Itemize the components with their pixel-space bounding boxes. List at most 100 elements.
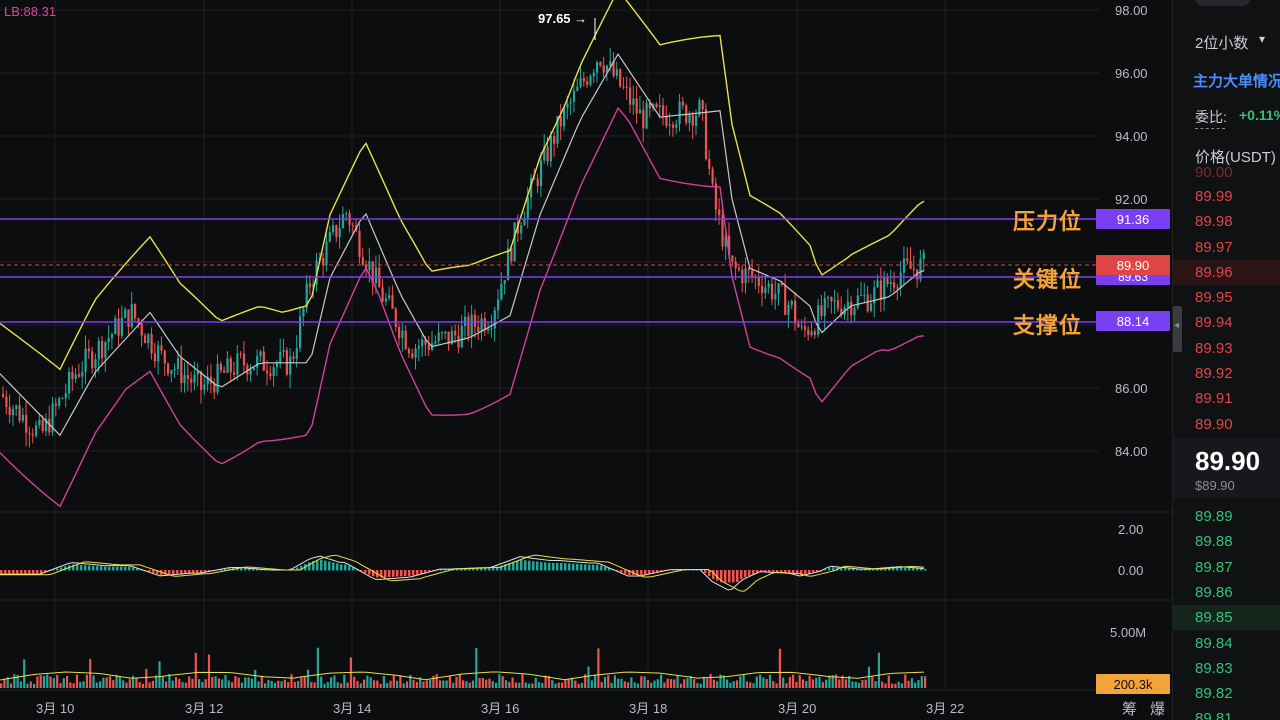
chip-button[interactable]: 筹 xyxy=(1122,698,1137,719)
candle-body xyxy=(308,283,312,288)
ask-price: 89.90 xyxy=(1195,416,1233,433)
candle-body xyxy=(784,284,787,315)
macd-histogram-bar xyxy=(172,570,175,575)
ask-row[interactable]: 89.97 xyxy=(1173,235,1280,260)
ask-row[interactable]: 89.91 xyxy=(1173,386,1280,411)
ask-row[interactable]: 89.93 xyxy=(1173,336,1280,361)
bid-row[interactable]: 89.89 xyxy=(1173,504,1280,529)
macd-histogram-bar xyxy=(832,567,835,571)
candle-body xyxy=(572,90,576,102)
macd-histogram-bar xyxy=(552,562,555,571)
volume-bar xyxy=(158,661,161,688)
volume-bar xyxy=(323,683,326,688)
resistance-price-tag[interactable]: 91.36 xyxy=(1096,209,1170,229)
candle-body xyxy=(586,81,589,85)
macd-tick: 2.00 xyxy=(1118,522,1144,537)
candle-body xyxy=(8,406,11,416)
volume-bar xyxy=(501,676,504,688)
ask-row[interactable]: 89.95 xyxy=(1173,285,1280,310)
candle-body xyxy=(110,334,114,339)
candle-body xyxy=(889,282,892,285)
ask-row[interactable]: 90.00 xyxy=(1173,160,1280,185)
candle-body xyxy=(190,378,193,383)
volume-bar xyxy=(861,680,864,688)
candle-body xyxy=(536,178,539,187)
chart-canvas[interactable] xyxy=(0,0,1172,720)
volume-bar xyxy=(669,679,673,688)
candle-body xyxy=(678,101,681,125)
macd-histogram-bar xyxy=(12,570,15,574)
macd-histogram-bar xyxy=(92,565,95,571)
bid-row[interactable]: 89.82 xyxy=(1173,681,1280,706)
chevron-down-icon[interactable]: ▾ xyxy=(1259,32,1265,46)
bid-row[interactable]: 89.86 xyxy=(1173,580,1280,605)
candle-body xyxy=(440,332,444,334)
bid-row[interactable]: 89.83 xyxy=(1173,656,1280,681)
bid-row[interactable]: 89.84 xyxy=(1173,631,1280,656)
decimal-precision-select[interactable]: 2位小数 xyxy=(1195,32,1248,53)
macd-histogram-bar xyxy=(536,561,539,571)
candle-body xyxy=(242,353,246,366)
candle-body xyxy=(576,86,579,91)
ask-row[interactable]: 89.92 xyxy=(1173,361,1280,386)
volume-bar xyxy=(508,682,511,688)
candle-body xyxy=(662,105,665,116)
candle-body xyxy=(813,331,816,335)
support-price-tag[interactable]: 88.14 xyxy=(1096,311,1170,331)
macd-histogram-bar xyxy=(740,570,743,580)
candle-body xyxy=(645,102,648,129)
liquidation-button[interactable]: 爆 xyxy=(1150,698,1165,719)
macd-histogram-bar xyxy=(364,570,367,573)
volume-bar xyxy=(75,674,79,688)
volume-bar xyxy=(339,683,343,688)
volume-bar xyxy=(488,678,491,688)
candle-body xyxy=(180,358,183,384)
volume-tick: 5.00M xyxy=(1110,625,1147,640)
date-tick: 3月 22 xyxy=(926,701,965,716)
candle-body xyxy=(38,419,41,426)
candle-body xyxy=(817,305,820,335)
macd-histogram-bar xyxy=(848,568,851,571)
main-order-link[interactable]: 主力大单情况 xyxy=(1193,70,1280,91)
volume-bar xyxy=(128,679,131,688)
candle-body xyxy=(863,294,866,296)
top-toggle-button[interactable] xyxy=(1195,0,1251,6)
peak-price-label: 97.65 → xyxy=(538,11,588,26)
ask-row[interactable]: 89.96 xyxy=(1173,260,1280,285)
ask-row[interactable]: 89.98 xyxy=(1173,209,1280,234)
macd-histogram-bar xyxy=(732,570,735,583)
bid-row[interactable]: 89.85 xyxy=(1173,605,1280,630)
macd-histogram-bar xyxy=(124,566,127,571)
candle-body xyxy=(589,76,592,85)
macd-histogram-bar xyxy=(704,570,707,574)
candle-body xyxy=(592,72,595,77)
bid-row[interactable]: 89.88 xyxy=(1173,529,1280,554)
macd-tick: 0.00 xyxy=(1118,563,1144,578)
ask-row[interactable]: 89.99 xyxy=(1173,184,1280,209)
macd-histogram-bar xyxy=(0,570,3,574)
price-chart[interactable]: LB:88.31 97.65 → 压力位 关键位 支撑位 91.36 89.63… xyxy=(0,0,1172,720)
candle-body xyxy=(569,101,572,104)
volume-bar xyxy=(887,675,890,688)
last-price-block[interactable]: 89.90 $89.90 xyxy=(1173,438,1280,498)
candle-body xyxy=(579,78,582,87)
volume-bar xyxy=(62,678,65,688)
current-price-tag[interactable]: 89.90 xyxy=(1096,255,1170,275)
ask-row[interactable]: 89.90 xyxy=(1173,412,1280,437)
candle-body xyxy=(708,159,711,169)
candle-body xyxy=(163,350,166,364)
candle-body xyxy=(414,348,417,358)
candle-body xyxy=(196,371,199,375)
volume-bar xyxy=(366,675,369,688)
ask-row[interactable]: 89.94 xyxy=(1173,310,1280,335)
macd-histogram-bar xyxy=(116,566,119,571)
candle-body xyxy=(820,305,823,316)
macd-histogram-bar xyxy=(188,570,191,573)
volume-bar xyxy=(23,659,26,688)
macd-histogram-bar xyxy=(32,570,35,574)
candle-body xyxy=(68,371,71,394)
bid-row[interactable]: 89.87 xyxy=(1173,555,1280,580)
volume-bar xyxy=(884,683,887,688)
volume-bar xyxy=(805,681,808,688)
bid-row[interactable]: 89.81 xyxy=(1173,706,1280,720)
